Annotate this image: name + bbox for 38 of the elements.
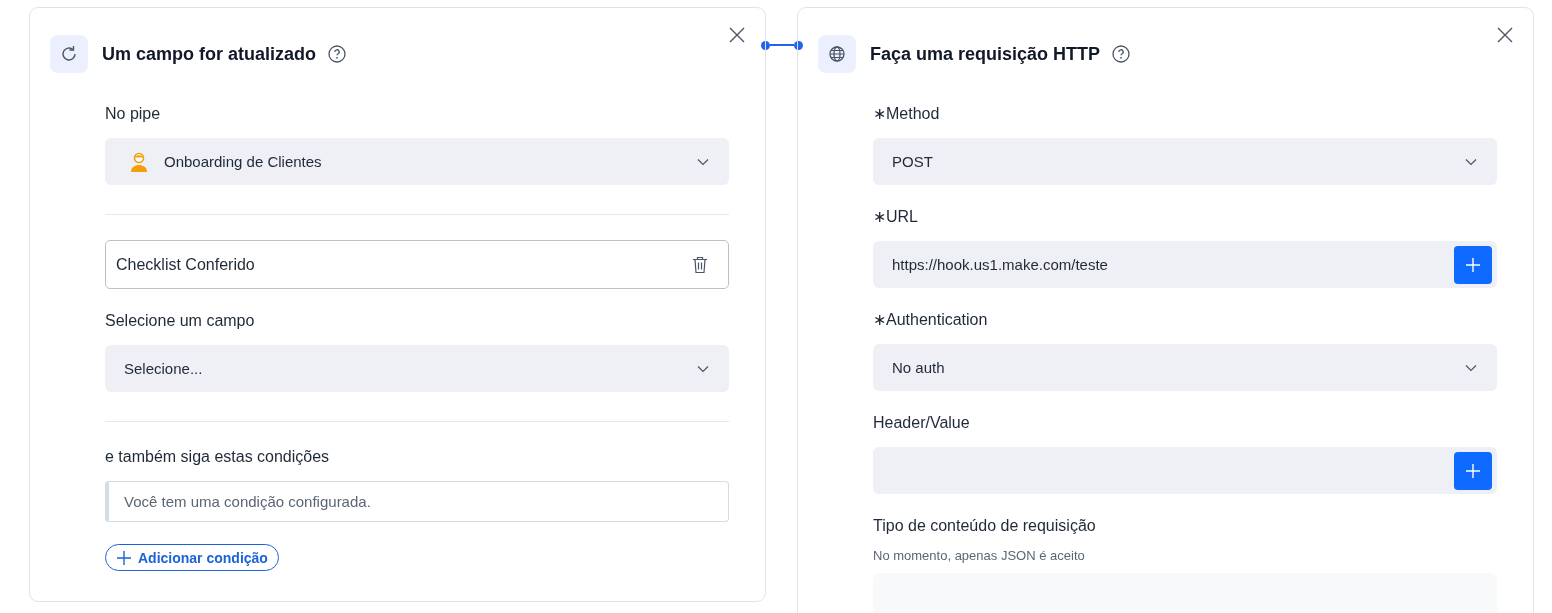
select-field[interactable]: Selecione... xyxy=(105,345,729,392)
field-label: ∗URL xyxy=(873,207,919,227)
help-icon[interactable] xyxy=(1112,45,1131,63)
info-box: Você tem uma condição configurada. xyxy=(105,481,729,522)
help-icon[interactable] xyxy=(328,45,347,63)
select-field[interactable]: Onboarding de Clientes xyxy=(105,138,729,185)
select-field[interactable]: No auth xyxy=(873,344,1497,391)
field-label: e também siga estas condições xyxy=(105,447,331,467)
chevron-down-icon xyxy=(697,157,709,166)
refresh-icon xyxy=(50,35,88,73)
card-title: Um campo for atualizado xyxy=(102,43,317,65)
person-icon xyxy=(130,151,148,172)
field-label: No pipe xyxy=(105,104,162,124)
field-label: ∗Authentication xyxy=(873,310,989,330)
field-label: Header/Value xyxy=(873,413,971,433)
chevron-down-icon xyxy=(1465,157,1477,166)
plus-icon xyxy=(116,549,132,566)
plus-icon xyxy=(1465,256,1481,273)
globe-icon xyxy=(818,35,856,73)
close-icon[interactable] xyxy=(729,27,745,43)
input-field[interactable] xyxy=(873,447,1497,494)
hint-text: No momento, apenas JSON é aceito xyxy=(873,548,1086,563)
add-condition-button[interactable]: Adicionar condição xyxy=(105,544,279,571)
field-label: Tipo de conteúdo de requisição xyxy=(873,516,1097,536)
connector-line xyxy=(761,40,803,50)
close-icon[interactable] xyxy=(1497,27,1513,43)
field-item[interactable]: Checklist Conferido xyxy=(105,240,729,289)
field-label: Selecione um campo xyxy=(105,311,256,331)
add-button[interactable] xyxy=(1454,245,1492,284)
chevron-down-icon xyxy=(1465,363,1477,372)
add-button[interactable] xyxy=(1454,451,1492,490)
input-field[interactable]: https://hook.us1.make.com/teste xyxy=(873,241,1497,288)
field-label: ∗Method xyxy=(873,104,941,124)
select-field[interactable]: POST xyxy=(873,138,1497,185)
plus-icon xyxy=(1465,462,1481,479)
trash-icon[interactable] xyxy=(692,255,708,274)
chevron-down-icon xyxy=(697,364,709,373)
card-title: Faça uma requisição HTTP xyxy=(870,43,1101,65)
